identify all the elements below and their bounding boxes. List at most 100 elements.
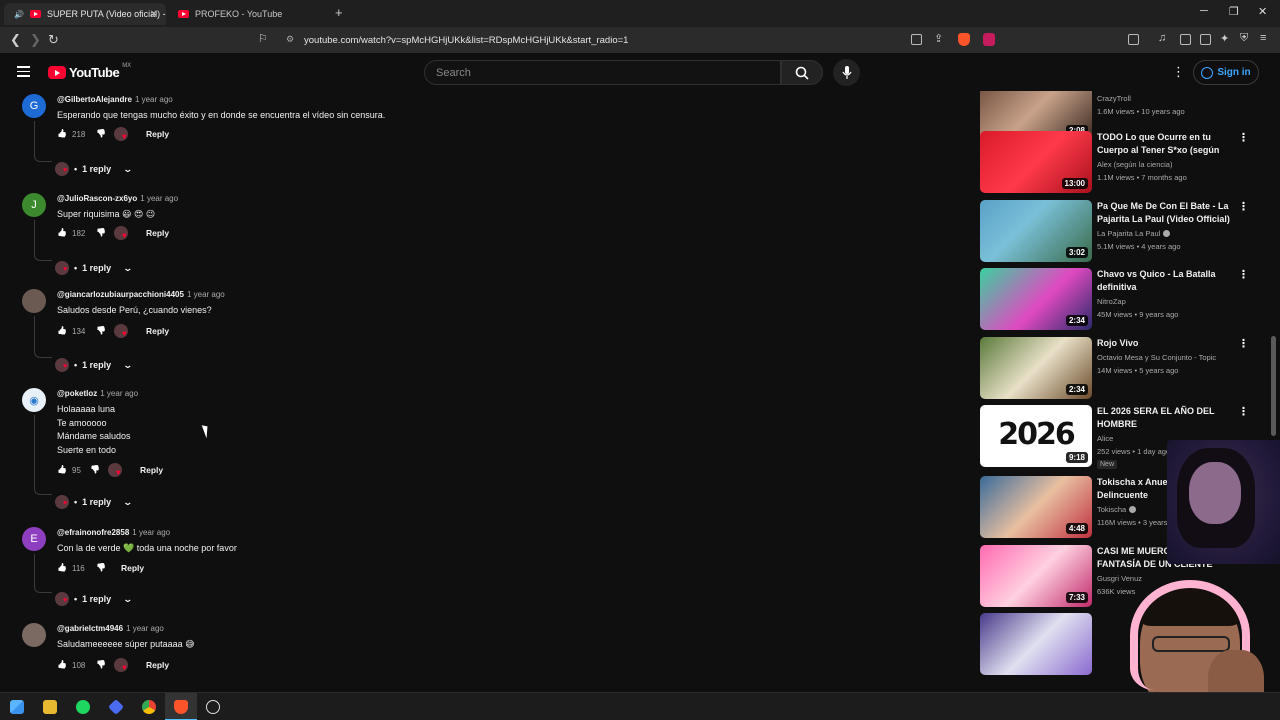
view-replies-button[interactable]: •1 reply⌄ (55, 358, 133, 372)
view-replies-button[interactable]: •1 reply⌄ (55, 162, 133, 176)
video-title[interactable]: Pa Que Me De Con El Bate - La Pajarita L… (1097, 200, 1231, 226)
sign-in-button[interactable]: Sign in (1193, 60, 1259, 85)
reply-button[interactable]: Reply (146, 660, 169, 670)
recommended-video[interactable]: 13:00 TODO Lo que Ocurre en tu Cuerpo al … (980, 131, 1260, 195)
like-icon[interactable] (57, 326, 67, 336)
reply-button[interactable]: Reply (146, 129, 169, 139)
like-icon[interactable] (57, 465, 67, 475)
brave-icon[interactable] (174, 700, 188, 714)
app-icon[interactable] (108, 699, 124, 715)
channel-name[interactable]: Tokischa (1097, 504, 1137, 516)
channel-name[interactable]: NitroZap (1097, 296, 1126, 308)
obs-icon[interactable] (206, 700, 220, 714)
minimize-button[interactable]: ─ (1200, 5, 1208, 17)
reply-button[interactable]: Reply (140, 465, 163, 475)
comment-time[interactable]: 1 year ago (135, 95, 173, 104)
reply-button[interactable]: Reply (146, 228, 169, 238)
dislike-icon[interactable] (96, 129, 106, 139)
music-icon[interactable]: ♫ (1158, 32, 1166, 44)
spotify-icon[interactable] (76, 700, 90, 714)
sidebar-icon[interactable] (1180, 34, 1191, 45)
comment-time[interactable]: 1 year ago (132, 528, 170, 537)
channel-name[interactable]: Octavio Mesa y Su Conjunto - Topic (1097, 352, 1216, 364)
video-thumbnail[interactable] (980, 613, 1092, 675)
comment-author[interactable]: @GilbertoAlejandre (57, 95, 132, 104)
reload-button[interactable]: ↻ (48, 32, 59, 48)
channel-name[interactable]: CrazyTroll (1097, 93, 1131, 105)
video-title[interactable]: EL 2026 SERA EL AÑO DEL HOMBRE (1097, 405, 1231, 431)
bookmark-icon[interactable]: ⚐ (258, 32, 268, 45)
scrollbar[interactable] (1271, 336, 1276, 436)
video-title[interactable]: TODO Lo que Ocurre en tu Cuerpo al Tener… (1097, 131, 1231, 157)
restore-button[interactable]: ❐ (1229, 5, 1239, 18)
video-title[interactable]: Rojo Vivo (1097, 337, 1231, 350)
search-input[interactable]: Search (424, 60, 781, 85)
brave-rewards-icon[interactable] (983, 33, 995, 46)
video-thumbnail[interactable]: 13:00 (980, 131, 1092, 193)
like-icon[interactable] (57, 129, 67, 139)
recommended-video[interactable]: 3:02 Pa Que Me De Con El Bate - La Pajari… (980, 200, 1260, 264)
brave-shields-icon[interactable] (958, 33, 970, 46)
search-button[interactable] (781, 60, 823, 85)
comment-author[interactable]: @poketloz (57, 389, 97, 398)
back-button[interactable]: ❮ (10, 32, 21, 48)
video-options-icon[interactable]: ⋮ (1238, 133, 1249, 144)
video-options-icon[interactable]: ⋮ (1238, 202, 1249, 213)
menu-icon[interactable]: ≡ (1260, 32, 1266, 44)
close-window-button[interactable]: ✕ (1258, 5, 1267, 18)
forward-button[interactable]: ❯ (30, 32, 41, 48)
leo-ai-icon[interactable]: ✦ (1220, 32, 1229, 45)
close-tab-icon[interactable]: ✕ (150, 9, 158, 20)
avatar[interactable]: J (22, 193, 46, 217)
channel-name[interactable]: Alice (1097, 433, 1113, 445)
video-thumbnail[interactable]: 7:33 (980, 545, 1092, 607)
comment-time[interactable]: 1 year ago (187, 290, 225, 299)
wallet-icon[interactable] (1200, 34, 1211, 45)
cast-icon[interactable] (911, 34, 922, 45)
reply-button[interactable]: Reply (121, 563, 144, 573)
video-thumbnail[interactable]: 2:34 (980, 268, 1092, 330)
recommended-video[interactable]: 2:34 Chavo vs Quico - La Batalla definiti… (980, 268, 1260, 332)
settings-menu-icon[interactable]: ⋮ (1172, 65, 1185, 78)
comment-author[interactable]: @giancarlozubiaurpacchioni4405 (57, 290, 184, 299)
video-thumbnail[interactable]: 2:34 (980, 337, 1092, 399)
avatar[interactable] (22, 289, 46, 313)
voice-search-button[interactable] (833, 59, 860, 86)
dislike-icon[interactable] (96, 326, 106, 336)
screenshot-icon[interactable] (1128, 34, 1139, 45)
recommended-video[interactable]: 2:34 Rojo Vivo Octavio Mesa y Su Conjunto … (980, 337, 1260, 401)
hamburger-menu-icon[interactable] (17, 66, 30, 77)
video-options-icon[interactable]: ⋮ (1238, 407, 1249, 418)
video-title[interactable]: Chavo vs Quico - La Batalla definitiva (1097, 268, 1231, 294)
tab-profeko[interactable]: PROFEKO - YouTube (168, 3, 330, 25)
comment-time[interactable]: 1 year ago (100, 389, 138, 398)
view-replies-button[interactable]: •1 reply⌄ (55, 261, 133, 275)
comment-author[interactable]: @efrainonofre2858 (57, 528, 129, 537)
dislike-icon[interactable] (96, 660, 106, 670)
comment-author[interactable]: @JulioRascon-zx6yo (57, 194, 137, 203)
video-thumbnail[interactable]: 3:02 (980, 200, 1092, 262)
dislike-icon[interactable] (96, 563, 106, 573)
avatar[interactable]: ◉ (22, 388, 46, 412)
reply-button[interactable]: Reply (146, 326, 169, 336)
view-replies-button[interactable]: •1 reply⌄ (55, 592, 133, 606)
channel-name[interactable]: La Pajarita La Paul (1097, 228, 1171, 240)
avatar[interactable]: G (22, 94, 46, 118)
comment-time[interactable]: 1 year ago (126, 624, 164, 633)
site-info-icon[interactable]: ⚙ (286, 34, 294, 45)
chrome-icon[interactable] (142, 700, 156, 714)
video-thumbnail[interactable]: 2026 9:18 (980, 405, 1092, 467)
view-replies-button[interactable]: •1 reply⌄ (55, 495, 133, 509)
tab-youtube-video[interactable]: 🔊 SUPER PUTA (Video oficial) - ✕ (4, 3, 166, 25)
video-thumbnail[interactable]: 4:48 (980, 476, 1092, 538)
vpn-icon[interactable]: ⛨ (1240, 32, 1248, 45)
share-icon[interactable]: ⇪ (934, 32, 943, 45)
like-icon[interactable] (57, 563, 67, 573)
avatar[interactable]: E (22, 527, 46, 551)
speaker-icon[interactable]: 🔊 (14, 10, 24, 19)
channel-name[interactable]: Alex (según la ciencia) (1097, 159, 1172, 171)
youtube-logo[interactable]: YouTube MX (48, 63, 131, 80)
video-options-icon[interactable]: ⋮ (1238, 270, 1249, 281)
comment-author[interactable]: @gabrielctm4946 (57, 624, 123, 633)
new-tab-button[interactable]: + (335, 5, 343, 20)
